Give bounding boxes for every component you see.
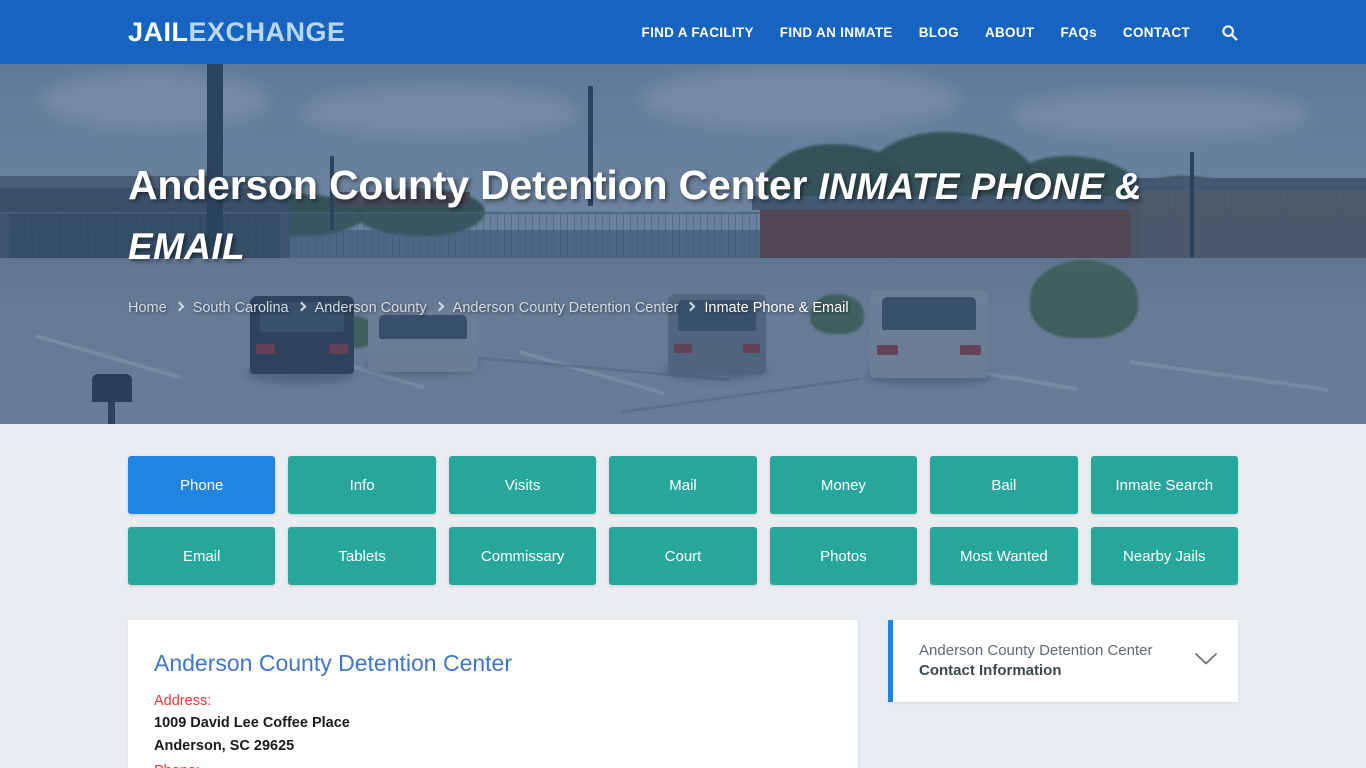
breadcrumb-item-home[interactable]: Home xyxy=(128,300,167,316)
tab-commissary[interactable]: Commissary xyxy=(448,527,597,585)
main-navigation: FIND A FACILITY FIND AN INMATE BLOG ABOU… xyxy=(642,21,1240,43)
tab-bail[interactable]: Bail xyxy=(930,456,1078,514)
breadcrumb-separator-icon xyxy=(434,301,445,312)
nav-contact[interactable]: CONTACT xyxy=(1123,25,1190,40)
breadcrumb-item-facility[interactable]: Anderson County Detention Center xyxy=(453,300,679,316)
nav-faqs[interactable]: FAQs xyxy=(1060,25,1096,40)
page-title-main: Anderson County Detention Center xyxy=(128,162,808,208)
address-label: Address: xyxy=(154,693,212,709)
nav-find-a-facility[interactable]: FIND A FACILITY xyxy=(642,25,754,40)
breadcrumb-item-state[interactable]: South Carolina xyxy=(193,300,289,316)
accordion-facility-name: Anderson County Detention Center xyxy=(919,641,1153,659)
accordion-section-label: Contact Information xyxy=(919,662,1062,679)
nav-about[interactable]: ABOUT xyxy=(985,25,1035,40)
facility-tab-grid: Phone Info Visits Mail Money Bail Inmate… xyxy=(128,456,1238,585)
contact-information-accordion[interactable]: Anderson County Detention Center Contact… xyxy=(888,620,1238,702)
logo-text-secondary: EXCHANGE xyxy=(188,16,346,47)
tab-email[interactable]: Email xyxy=(128,527,276,585)
tab-inmate-search[interactable]: Inmate Search xyxy=(1090,456,1238,514)
address-line-2: Anderson, SC 29625 xyxy=(154,738,295,755)
tab-info[interactable]: Info xyxy=(288,456,436,514)
breadcrumb-separator-icon xyxy=(174,301,185,312)
tab-most-wanted[interactable]: Most Wanted xyxy=(930,527,1078,585)
hero-banner: Anderson County Detention Center Inmate … xyxy=(0,64,1366,424)
breadcrumb: Home South Carolina Anderson County Ande… xyxy=(128,300,1238,316)
tab-money[interactable]: Money xyxy=(769,456,918,514)
tab-mail[interactable]: Mail xyxy=(609,456,757,514)
tab-photos[interactable]: Photos xyxy=(769,527,918,585)
facility-card-title[interactable]: Anderson County Detention Center xyxy=(154,650,832,677)
nav-find-an-inmate[interactable]: FIND AN INMATE xyxy=(780,25,893,40)
breadcrumb-separator-icon xyxy=(296,301,307,312)
breadcrumb-item-county[interactable]: Anderson County xyxy=(315,300,427,316)
search-icon[interactable] xyxy=(1218,21,1240,43)
logo-text-primary: JAIL xyxy=(128,16,189,47)
tab-tablets[interactable]: Tablets xyxy=(288,527,436,585)
sidebar: Anderson County Detention Center Contact… xyxy=(888,620,1238,702)
facility-info-card: Anderson County Detention Center Address… xyxy=(128,620,858,768)
site-header: JAILEXCHANGE FIND A FACILITY FIND AN INM… xyxy=(0,0,1366,64)
nav-blog[interactable]: BLOG xyxy=(919,25,959,40)
address-line-1: 1009 David Lee Coffee Place xyxy=(154,715,350,731)
chevron-down-icon[interactable] xyxy=(1194,652,1218,671)
breadcrumb-item-current: Inmate Phone & Email xyxy=(704,299,849,316)
phone-label: Phone: xyxy=(154,763,832,768)
tab-nearby-jails[interactable]: Nearby Jails xyxy=(1090,527,1238,585)
breadcrumb-separator-icon xyxy=(685,301,696,312)
site-logo[interactable]: JAILEXCHANGE xyxy=(128,16,346,47)
tab-phone[interactable]: Phone xyxy=(128,456,276,514)
page-title: Anderson County Detention Center Inmate … xyxy=(128,156,1238,276)
tab-visits[interactable]: Visits xyxy=(448,456,597,514)
tab-court[interactable]: Court xyxy=(609,527,757,585)
